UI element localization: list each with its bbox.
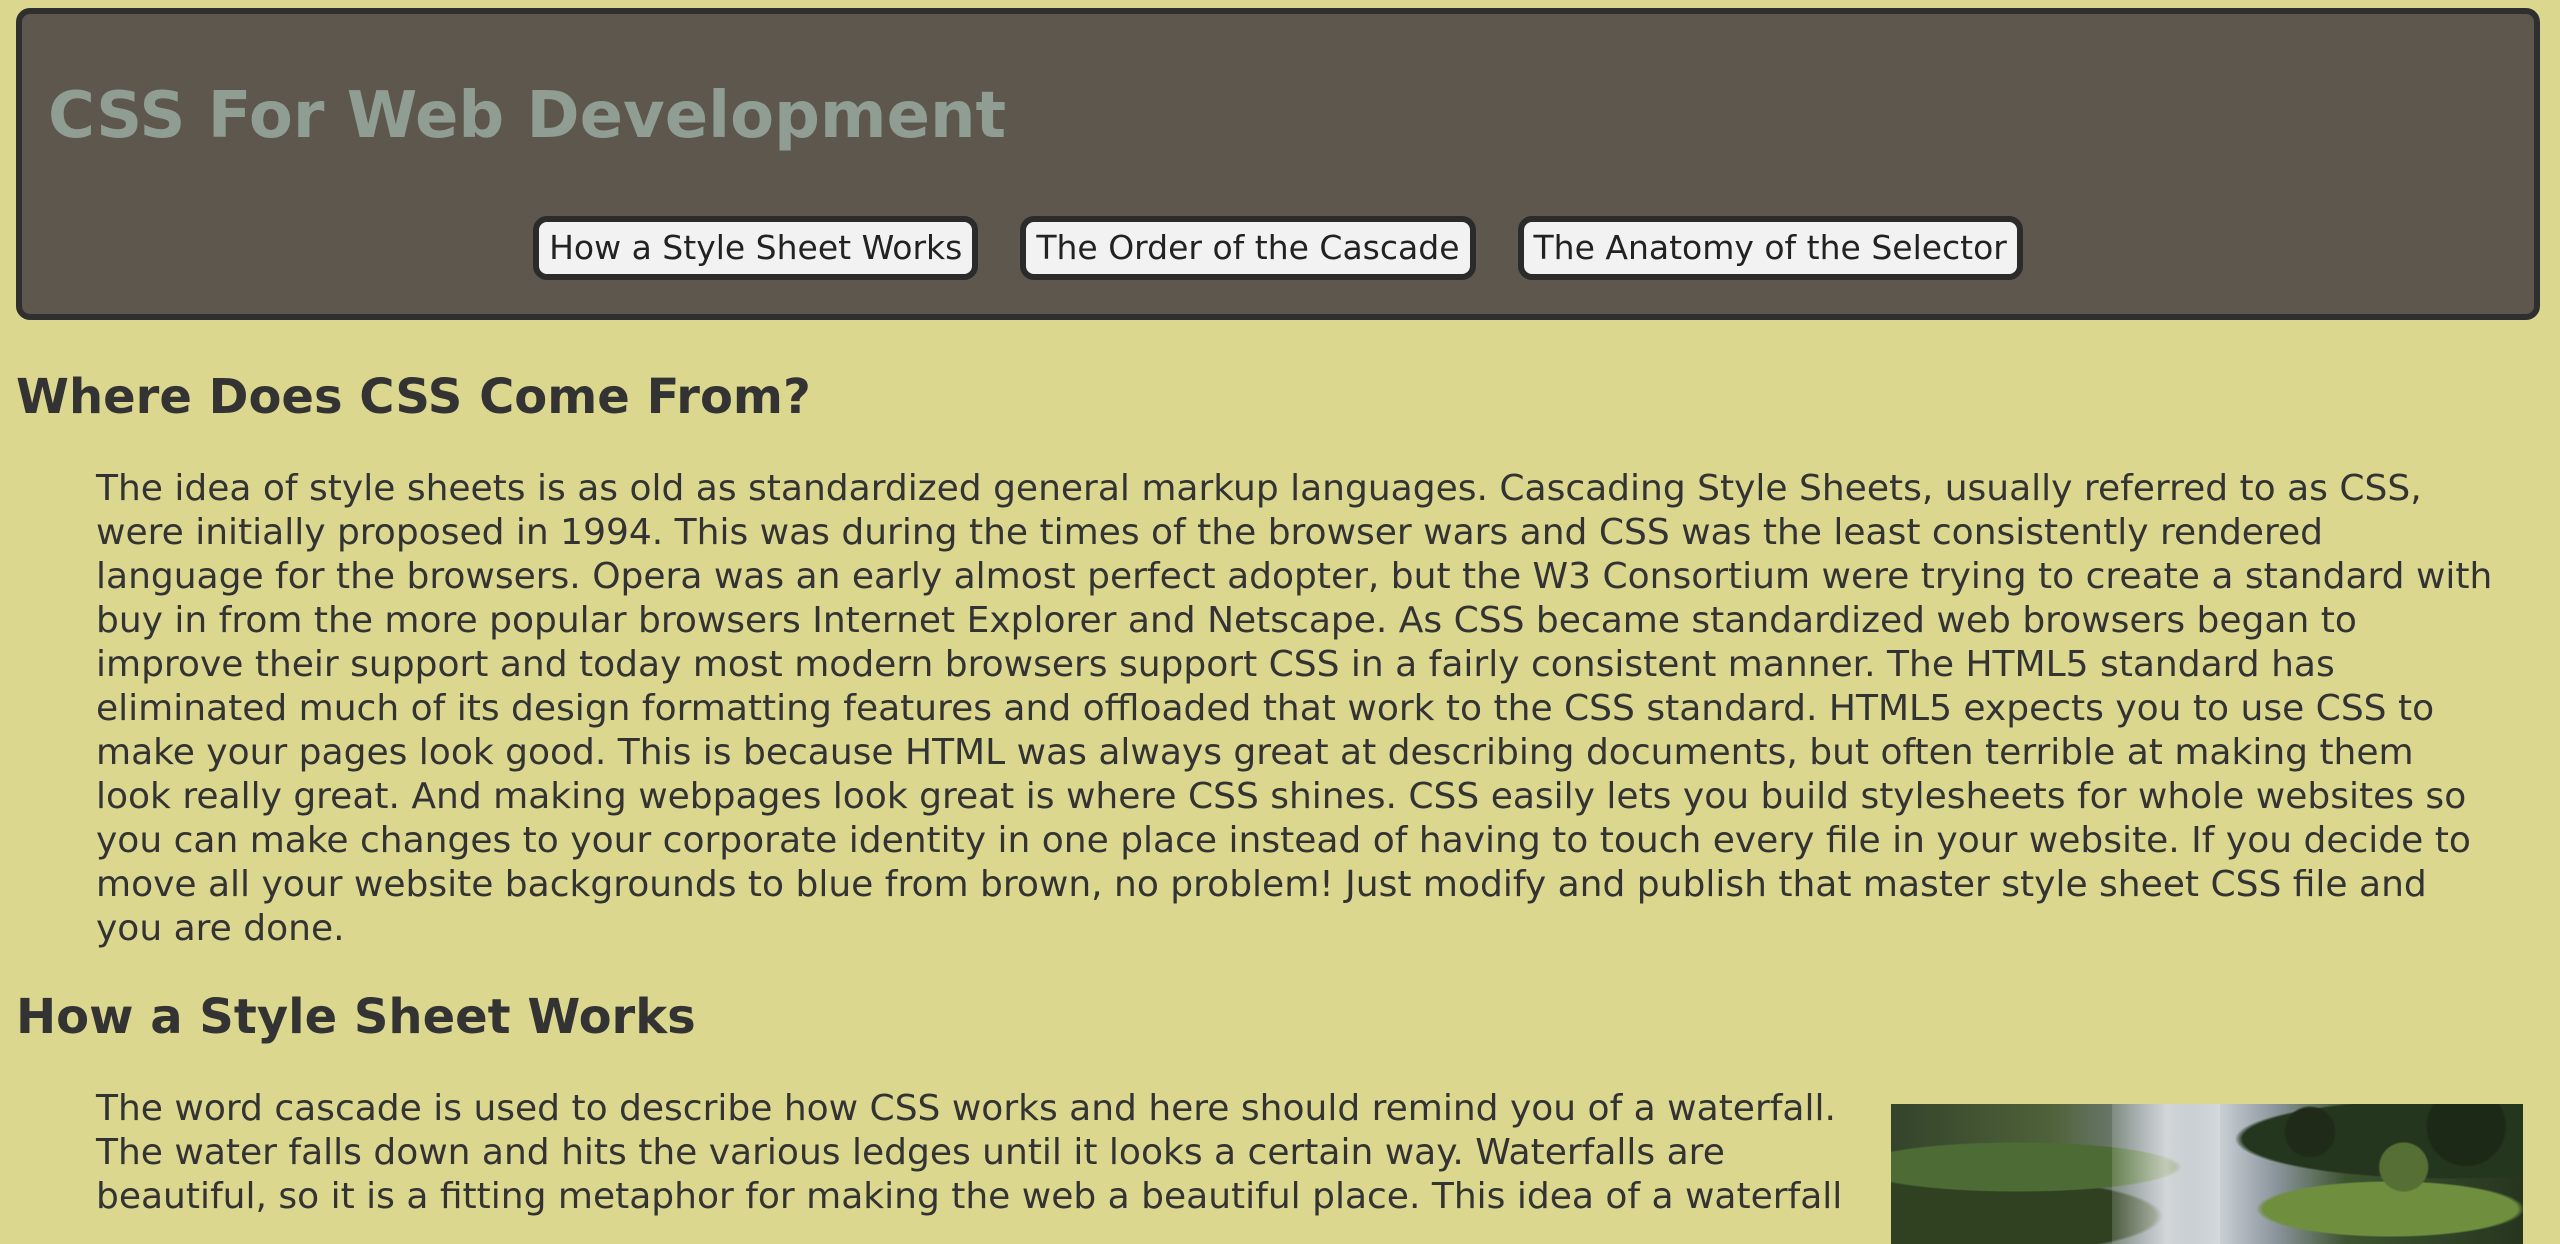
nav-button-anatomy-of-selector[interactable]: The Anatomy of the Selector [1517,216,2023,280]
section-paragraph-css-origin: The idea of style sheets is as old as st… [96,468,2493,949]
waterfall-image [1891,1104,2523,1244]
section-navigation: How a Style Sheet Works The Order of the… [22,216,2534,280]
section-heading-css-origin: Where Does CSS Come From? [16,369,811,425]
nav-button-style-sheet-works[interactable]: How a Style Sheet Works [533,216,979,280]
nav-button-order-of-cascade[interactable]: The Order of the Cascade [1020,216,1476,280]
section-paragraph-style-sheet-works: The word cascade is used to describe how… [96,1088,1843,1217]
site-header: CSS For Web Development How a Style Shee… [16,8,2540,320]
site-title: CSS For Web Development [48,79,1007,153]
section-heading-style-sheet-works: How a Style Sheet Works [16,989,696,1045]
